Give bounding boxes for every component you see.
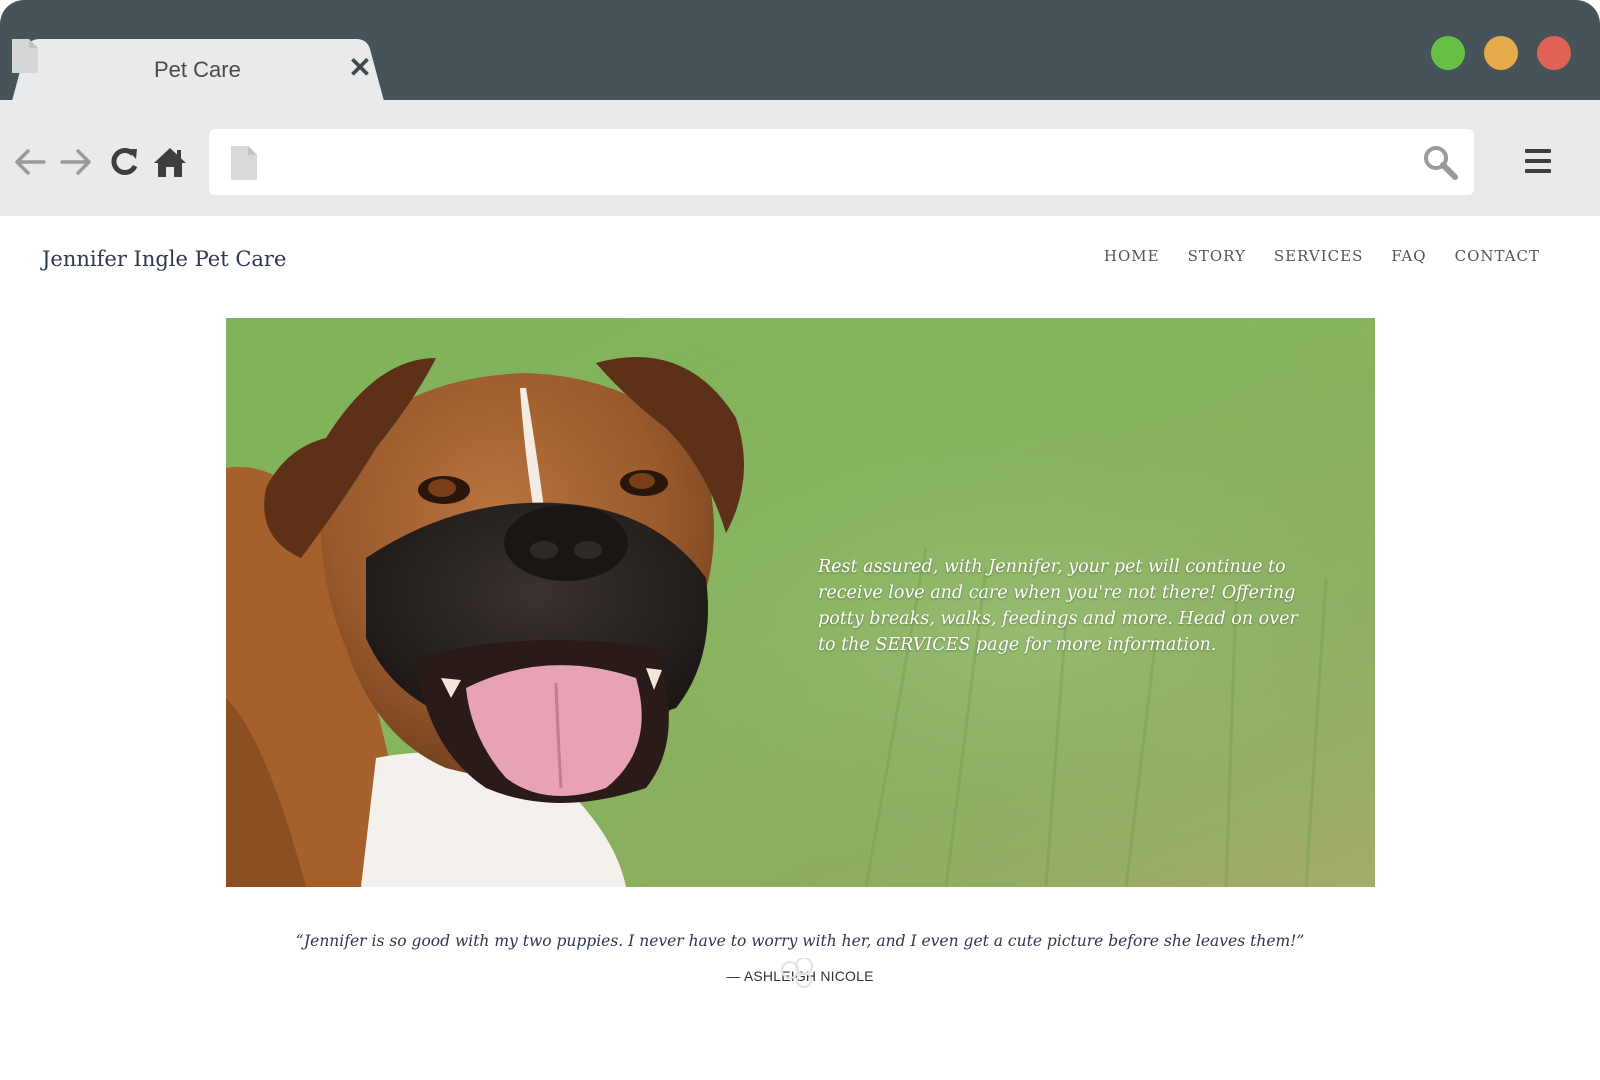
- forward-arrow-icon[interactable]: [58, 144, 94, 180]
- reload-icon[interactable]: [106, 144, 142, 180]
- nav-faq[interactable]: FAQ: [1391, 247, 1426, 265]
- tab-title: Pet Care: [154, 57, 241, 82]
- minimize-button[interactable]: [1484, 36, 1518, 70]
- browser-window: Pet Care ✕ Jennifer Ingle Pet Care HOME …: [0, 0, 1600, 1080]
- browser-tab[interactable]: Pet Care ✕: [12, 39, 384, 101]
- close-window-button[interactable]: [1537, 36, 1571, 70]
- address-bar[interactable]: [209, 129, 1474, 195]
- search-icon[interactable]: [1421, 143, 1459, 181]
- browser-titlebar: Pet Care ✕: [0, 0, 1600, 101]
- hamburger-menu-icon[interactable]: [1523, 146, 1553, 176]
- nav-story[interactable]: STORY: [1188, 247, 1246, 265]
- back-arrow-icon[interactable]: [12, 144, 48, 180]
- browser-toolbar: [0, 100, 1600, 216]
- nav-services[interactable]: SERVICES: [1274, 247, 1363, 265]
- site-navigation: HOME STORY SERVICES FAQ CONTACT: [1104, 247, 1540, 265]
- nav-contact[interactable]: CONTACT: [1455, 247, 1540, 265]
- hero-banner: Rest assured, with Jennifer, your pet wi…: [226, 318, 1375, 887]
- url-input[interactable]: [279, 143, 1393, 183]
- home-icon[interactable]: [152, 144, 188, 180]
- page-icon: [231, 146, 257, 180]
- web-page: Jennifer Ingle Pet Care HOME STORY SERVI…: [0, 216, 1600, 1080]
- nav-home[interactable]: HOME: [1104, 247, 1160, 265]
- testimonial-quote: “Jennifer is so good with my two puppies…: [295, 932, 1305, 950]
- site-logo-title[interactable]: Jennifer Ingle Pet Care: [42, 247, 286, 271]
- hero-message: Rest assured, with Jennifer, your pet wi…: [818, 557, 1298, 655]
- maximize-button[interactable]: [1431, 36, 1465, 70]
- close-icon[interactable]: ✕: [346, 53, 374, 83]
- loading-spinner-icon: [781, 958, 813, 988]
- document-icon: [12, 39, 38, 73]
